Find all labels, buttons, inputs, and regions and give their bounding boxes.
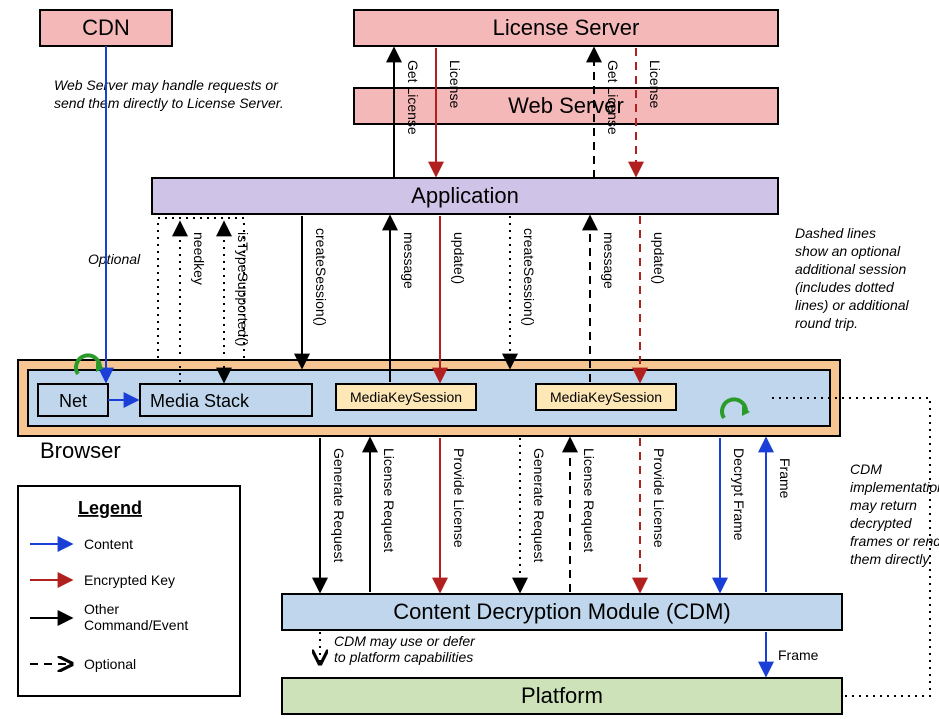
provlic2-label: Provide License bbox=[651, 448, 667, 548]
create2-label: createSession() bbox=[521, 228, 537, 326]
message1-label: message bbox=[401, 232, 417, 289]
license-1-label: License bbox=[447, 60, 463, 108]
provlic1-label: Provide License bbox=[451, 448, 467, 548]
license-server-label: License Server bbox=[493, 15, 640, 40]
legend-content-label: Content bbox=[84, 536, 133, 552]
license-2-label: License bbox=[647, 60, 663, 108]
frame-label: Frame bbox=[777, 458, 793, 499]
cdm-note: CDM implementations may return decrypted… bbox=[850, 461, 939, 567]
licreq1-label: License Request bbox=[381, 448, 397, 552]
decrypt-label: Decrypt Frame bbox=[731, 448, 747, 541]
mks2-label: MediaKeySession bbox=[550, 389, 662, 405]
legend-title: Legend bbox=[78, 498, 142, 518]
needkey-label: needkey bbox=[191, 232, 207, 285]
browser-label: Browser bbox=[40, 438, 121, 463]
net-label: Net bbox=[59, 391, 87, 411]
platform-label: Platform bbox=[521, 683, 603, 708]
cdm-defer-note: CDM may use or defer to platform capabil… bbox=[334, 633, 479, 665]
legend-encrypted-label: Encrypted Key bbox=[84, 572, 175, 588]
licreq2-label: License Request bbox=[581, 448, 597, 552]
cdm-label: Content Decryption Module (CDM) bbox=[393, 599, 730, 624]
message2-label: message bbox=[601, 232, 617, 289]
create1-label: createSession() bbox=[313, 228, 329, 326]
istype-label: isTypeSupported() bbox=[235, 232, 251, 346]
application-label: Application bbox=[411, 183, 519, 208]
update2-label: update() bbox=[651, 232, 667, 284]
legend-optional-label: Optional bbox=[84, 656, 136, 672]
genreq2-label: Generate Request bbox=[531, 448, 547, 563]
cdm-frame-label: Frame bbox=[778, 647, 819, 663]
cdn-label: CDN bbox=[82, 15, 130, 40]
update1-label: update() bbox=[451, 232, 467, 284]
get-license-1-label: Get License bbox=[405, 60, 421, 135]
genreq1-label: Generate Request bbox=[331, 448, 347, 563]
mks1-label: MediaKeySession bbox=[350, 389, 462, 405]
optional-label: Optional bbox=[88, 251, 141, 267]
media-stack-label: Media Stack bbox=[150, 391, 250, 411]
dashed-note: Dashed lines show an optional additional… bbox=[795, 225, 913, 331]
web-server-note: Web Server may handle requests or send t… bbox=[54, 77, 284, 111]
get-license-2-label: Get License bbox=[605, 60, 621, 135]
